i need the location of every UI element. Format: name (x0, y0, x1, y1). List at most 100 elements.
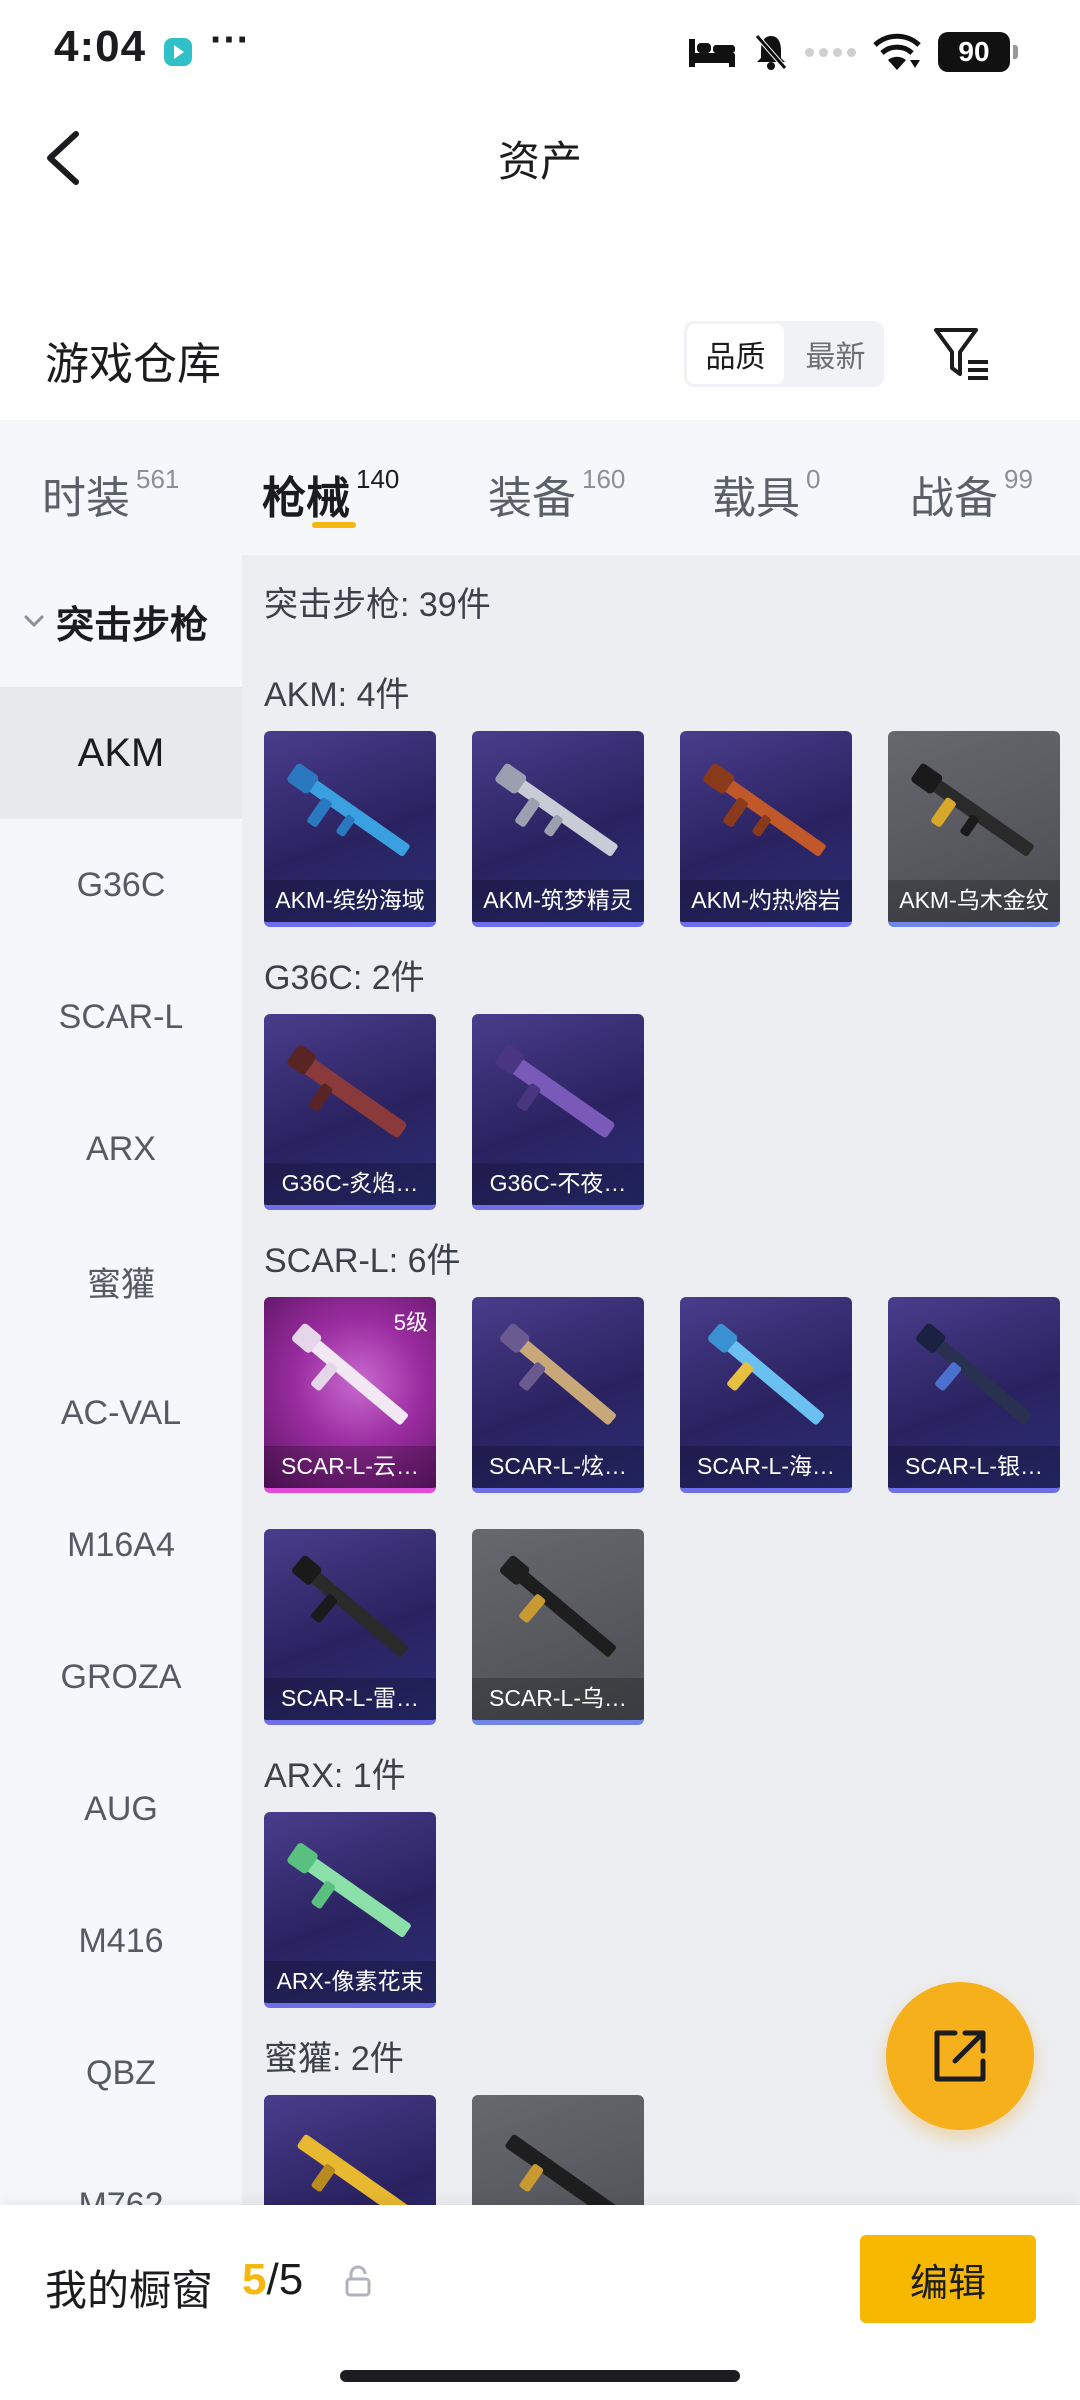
edit-button[interactable]: 编辑 (860, 2235, 1036, 2323)
sidebar-item-akm[interactable]: AKM (0, 687, 242, 819)
tab-fashion[interactable]: 时装 561 (42, 462, 179, 526)
weapon-card-label: SCAR-L-炫… (472, 1446, 644, 1488)
tab-count: 561 (136, 464, 180, 494)
weapon-card[interactable]: SCAR-L-银… (888, 1297, 1060, 1493)
showcase-total: /5 (266, 2255, 304, 2304)
cellular-signal-icon (805, 47, 856, 57)
rifle-icon (287, 1045, 407, 1138)
section-title: SCAR-L: 6件 (264, 1242, 461, 1280)
bed-icon (689, 39, 735, 67)
sidebar-item-ac-val[interactable]: AC-VAL (0, 1347, 242, 1479)
sidebar-group-assault-rifles[interactable]: 突击步枪 (0, 555, 242, 687)
chevron-down-icon (24, 615, 44, 628)
sort-toggle: 品质 最新 (684, 321, 884, 387)
weapon-card-label: AKM-灼热熔岩 (680, 880, 852, 922)
app-notification-icon (164, 38, 192, 66)
sidebar-item-qbz[interactable]: QBZ (0, 2007, 242, 2139)
weapon-card-label: G36C-不夜… (472, 1163, 644, 1205)
sidebar-item-groza[interactable]: GROZA (0, 1611, 242, 1743)
tab-firearms[interactable]: 枪械 140 (262, 462, 399, 526)
weapon-card[interactable]: 5级 SCAR-L-云… (264, 1297, 436, 1493)
sidebar-item-m16a4[interactable]: M16A4 (0, 1479, 242, 1611)
weapon-card-label: AKM-筑梦精灵 (472, 880, 644, 922)
tab-supplies[interactable]: 战备 99 (910, 462, 1033, 526)
sidebar-item-aug[interactable]: AUG (0, 1743, 242, 1875)
tab-label: 战备 (910, 474, 998, 523)
rifle-icon (495, 763, 618, 857)
sidebar-item-arx[interactable]: ARX (0, 1083, 242, 1215)
more-notifications-icon: ··· (210, 18, 250, 62)
showcase-label: 我的橱窗 (45, 2267, 214, 2314)
section-title: 蜜獾: 2件 (264, 2040, 404, 2078)
category-tab-bar: 时装 561 枪械 140 装备 160 载具 0 战备 99 (0, 420, 1080, 555)
weapon-card[interactable]: G36C-炙焰… (264, 1014, 436, 1210)
showcase-count: 5/5 (242, 2255, 303, 2305)
category-header: 突击步枪: 39件 (264, 586, 491, 624)
weapon-grid: 突击步枪: 39件 AKM: 4件 AKM-缤纷海域 AKM-筑梦精灵 AKM-… (242, 555, 1080, 2205)
lock-icon (345, 2265, 371, 2297)
status-icons: 90 (687, 30, 1018, 74)
sidebar-item-honey-badger[interactable]: 蜜獾 (0, 1215, 242, 1347)
weapon-card[interactable] (472, 2095, 644, 2205)
weapon-card[interactable]: AKM-筑梦精灵 (472, 731, 644, 927)
rifle-icon (500, 1323, 616, 1425)
mute-bell-icon (755, 34, 787, 70)
sort-newest-button[interactable]: 最新 (787, 321, 884, 387)
tab-label: 枪械 (262, 474, 350, 523)
page-title: 资产 (497, 138, 582, 185)
showcase-bar: 我的橱窗 5/5 编辑 (0, 2205, 1080, 2400)
rifle-icon (708, 1323, 824, 1425)
sidebar-item-m416[interactable]: M416 (0, 1875, 242, 2007)
tab-vehicles[interactable]: 载具 0 (712, 462, 820, 526)
tab-label: 时装 (42, 474, 130, 523)
tab-count: 160 (582, 464, 626, 494)
rifle-icon (703, 763, 826, 857)
rifle-icon (916, 1323, 1032, 1425)
tab-count: 99 (1004, 464, 1033, 494)
section-title: AKM: 4件 (264, 676, 410, 714)
weapon-card[interactable]: AKM-乌木金纹 (888, 731, 1060, 927)
weapon-card[interactable]: AKM-灼热熔岩 (680, 731, 852, 927)
weapon-sidebar: 突击步枪 AKM G36C SCAR-L ARX 蜜獾 AC-VAL M16A4… (0, 555, 242, 2205)
weapon-card[interactable]: SCAR-L-乌… (472, 1529, 644, 1725)
tab-equipment[interactable]: 装备 160 (488, 462, 625, 526)
weapon-card-label: SCAR-L-银… (888, 1446, 1060, 1488)
weapon-card[interactable]: SCAR-L-雷… (264, 1529, 436, 1725)
active-tab-indicator (312, 522, 356, 528)
sort-quality-button[interactable]: 品质 (687, 324, 784, 384)
sidebar-item-m762[interactable]: M762 (0, 2139, 242, 2206)
rifle-icon (297, 2134, 411, 2205)
section-title: G36C: 2件 (264, 959, 425, 997)
weapon-card[interactable]: AKM-缤纷海域 (264, 731, 436, 927)
weapon-card-label: SCAR-L-海… (680, 1446, 852, 1488)
section-title: ARX: 1件 (264, 1757, 406, 1795)
weapon-card-label: SCAR-L-乌… (472, 1678, 644, 1720)
tab-count: 140 (356, 464, 400, 494)
tab-label: 载具 (712, 474, 800, 523)
weapon-card-label: SCAR-L-雷… (264, 1678, 436, 1720)
wifi-icon (873, 33, 921, 70)
sidebar-group-label: 突击步枪 (56, 604, 209, 647)
home-indicator[interactable] (340, 2370, 740, 2382)
status-bar: 4:04 ··· 90 (0, 0, 1080, 100)
battery-icon: 90 (938, 32, 1018, 72)
rifle-icon (292, 1555, 408, 1657)
weapon-card[interactable]: G36C-不夜… (472, 1014, 644, 1210)
tab-label: 装备 (488, 474, 576, 523)
sidebar-item-g36c[interactable]: G36C (0, 819, 242, 951)
rifle-icon (287, 763, 410, 857)
share-fab-button[interactable] (886, 1982, 1034, 2130)
rifle-icon (292, 1323, 408, 1425)
sidebar-item-scar-l[interactable]: SCAR-L (0, 951, 242, 1083)
filter-icon[interactable] (930, 322, 996, 388)
rifle-icon (911, 763, 1034, 857)
rifle-icon (500, 1555, 616, 1657)
weapon-card[interactable]: ARX-像素花束 (264, 1812, 436, 2008)
share-external-icon (934, 2030, 986, 2082)
weapon-card[interactable]: SCAR-L-海… (680, 1297, 852, 1493)
tab-count: 0 (806, 464, 821, 494)
weapon-card-label: AKM-缤纷海域 (264, 880, 436, 922)
weapon-card[interactable] (264, 2095, 436, 2205)
warehouse-title: 游戏仓库 (45, 340, 221, 389)
weapon-card[interactable]: SCAR-L-炫… (472, 1297, 644, 1493)
